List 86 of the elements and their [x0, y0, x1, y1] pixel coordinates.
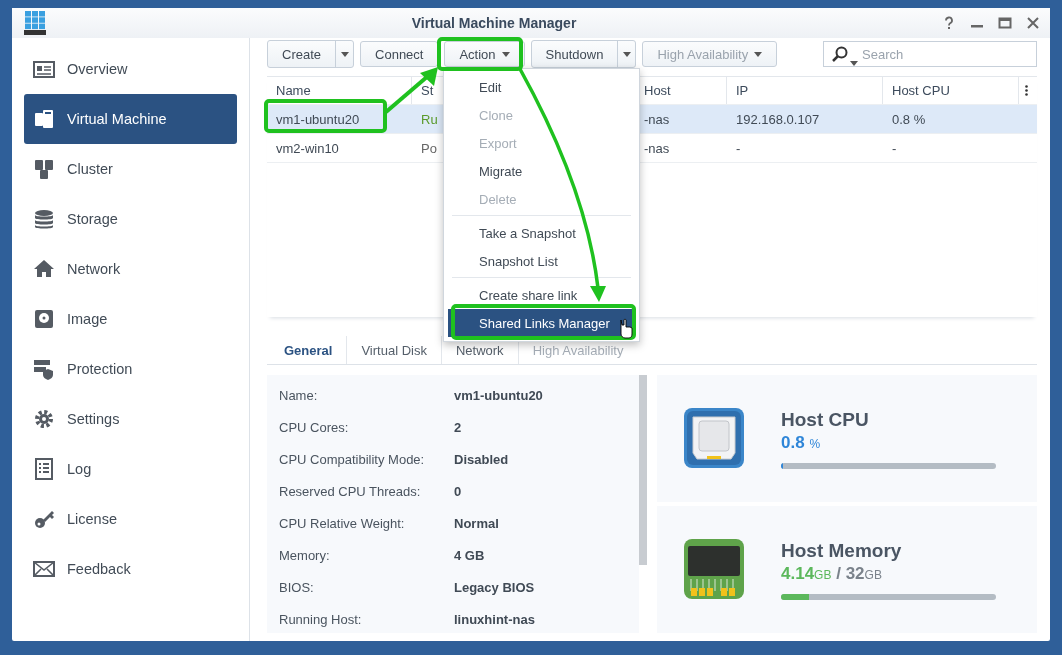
server-rack-icon [24, 11, 46, 35]
annotation-arrow [384, 67, 438, 114]
house-icon [33, 258, 55, 280]
field-value: 0 [454, 483, 462, 499]
stat-title: Host CPU [781, 408, 870, 431]
key-icon [33, 508, 55, 530]
unit-label: GB [864, 567, 882, 582]
sidebar-item[interactable]: Overview [24, 44, 237, 94]
field-value: 2 [454, 419, 462, 435]
table-cell: Po [421, 140, 437, 156]
sidebar-item[interactable]: License [24, 494, 237, 544]
monitor-icon [33, 108, 55, 130]
close-icon[interactable] [1026, 16, 1040, 30]
menu-item[interactable]: Create share link [448, 281, 635, 309]
column-header[interactable]: Host CPU [883, 77, 1019, 104]
sidebar-item[interactable]: Feedback [24, 544, 237, 594]
field-label: Running Host: [279, 611, 363, 627]
table-cell: vm1-ubuntu20 [276, 111, 360, 127]
memory-total-value: 32 [845, 563, 865, 583]
memory-module-icon [683, 537, 745, 602]
list-icon [33, 458, 55, 480]
field-value: 4 GB [454, 547, 485, 563]
table-cell: 192.168.0.107 [736, 111, 820, 127]
field-label: CPU Relative Weight: [279, 515, 406, 531]
field-value: Legacy BIOS [454, 579, 535, 595]
processor-chip-icon [683, 406, 745, 471]
caret-icon [340, 51, 349, 57]
gear-icon [33, 408, 55, 430]
database-icon [33, 208, 55, 230]
scrollbar-thumb[interactable] [639, 375, 647, 565]
sidebar-item[interactable]: Virtual Machine [24, 94, 237, 144]
unit-label: GB [814, 567, 832, 582]
table-cell: - [736, 140, 741, 156]
caret-icon [501, 51, 510, 57]
tab[interactable]: General [267, 336, 347, 364]
menu-item[interactable]: Take a Snapshot [448, 219, 635, 247]
table-cell: vm2-win10 [276, 140, 339, 156]
toolbar-button[interactable]: Connect [360, 41, 439, 67]
envelope-icon [33, 558, 55, 580]
table-cell: 0.8 % [892, 111, 926, 127]
field-label: Name: [279, 387, 319, 403]
search-icon [832, 46, 848, 62]
table-cell: - [892, 140, 897, 156]
id-card-icon [33, 58, 55, 80]
column-header[interactable]: Name [267, 77, 412, 104]
menu-item[interactable]: Edit [448, 73, 635, 101]
caret-icon [622, 51, 631, 57]
separator-label: / [836, 563, 841, 583]
shield-server-icon [33, 358, 55, 380]
field-label: BIOS: [279, 579, 315, 595]
menu-item[interactable]: Snapshot List [448, 247, 635, 275]
menu-item[interactable]: Shared Links Manager [448, 309, 635, 337]
search-field[interactable]: Search [823, 41, 1037, 67]
sidebar-item[interactable]: Image [24, 294, 237, 344]
field-value: Normal [454, 515, 499, 531]
more-options-icon[interactable] [1024, 85, 1028, 96]
field-value: vm1-ubuntu20 [454, 387, 543, 403]
maximize-icon[interactable] [998, 16, 1012, 30]
help-icon[interactable] [942, 16, 956, 30]
table-cell: -nas [644, 140, 670, 156]
sidebar-item[interactable]: Protection [24, 344, 237, 394]
sidebar-item[interactable]: Settings [24, 394, 237, 444]
server-stack-icon [33, 158, 55, 180]
stat-title: Host Memory [781, 539, 903, 562]
field-label: Reserved CPU Threads: [279, 483, 422, 499]
field-label: CPU Cores: [279, 419, 350, 435]
sidebar-item[interactable]: Network [24, 244, 237, 294]
window-title: Virtual Machine Manager [410, 15, 578, 31]
field-label: Memory: [279, 547, 331, 563]
tab[interactable]: Virtual Disk [346, 336, 441, 364]
table-cell: -nas [644, 111, 670, 127]
field-value: Disabled [454, 451, 509, 467]
caret-icon [850, 61, 858, 66]
sidebar-item[interactable]: Cluster [24, 144, 237, 194]
hand-cursor-icon [620, 318, 633, 339]
unit-label: % [809, 436, 821, 451]
table-cell: Ru [421, 111, 438, 127]
sidebar-item[interactable]: Log [24, 444, 237, 494]
toolbar-button[interactable]: Action [444, 41, 525, 67]
field-label: CPU Compatibility Mode: [279, 451, 426, 467]
cpu-usage-value: 0.8 [781, 432, 805, 452]
field-value: linuxhint-nas [454, 611, 535, 627]
column-header[interactable]: IP [727, 77, 883, 104]
caret-icon [754, 51, 763, 57]
memory-used-value: 4.14 [781, 563, 815, 583]
sidebar-item[interactable]: Storage [24, 194, 237, 244]
